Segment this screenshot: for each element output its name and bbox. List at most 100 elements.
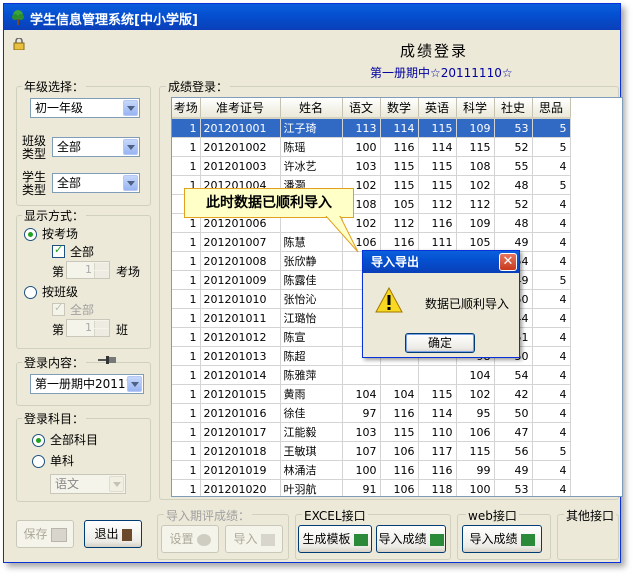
table-cell[interactable]: 江璐怡: [280, 308, 343, 328]
table-cell[interactable]: 108: [456, 156, 495, 176]
table-cell[interactable]: 张怡沁: [280, 289, 343, 309]
table-cell[interactable]: 4: [532, 422, 571, 442]
chevron-down-icon[interactable]: [123, 100, 138, 116]
table-cell[interactable]: 1: [172, 327, 201, 347]
table-cell[interactable]: 50: [494, 403, 533, 423]
table-row[interactable]: 1 201201016 徐佳 97 116 114 95 50 4: [172, 403, 571, 423]
table-cell[interactable]: 118: [418, 479, 457, 496]
table-cell[interactable]: 1: [172, 365, 201, 385]
table-cell[interactable]: 109: [456, 118, 495, 138]
table-cell[interactable]: 114: [418, 403, 457, 423]
column-header[interactable]: 语文: [342, 98, 381, 119]
table-cell[interactable]: 201201011: [200, 308, 281, 328]
table-cell[interactable]: 115: [418, 118, 457, 138]
room-all-checkbox[interactable]: [52, 243, 65, 258]
table-cell[interactable]: 117: [418, 441, 457, 461]
table-cell[interactable]: 103: [342, 422, 381, 442]
table-cell[interactable]: 4: [532, 403, 571, 423]
table-cell[interactable]: 201201015: [200, 384, 281, 404]
all-subjects-radio[interactable]: [32, 434, 45, 447]
table-cell[interactable]: 王敏琪: [280, 441, 343, 461]
table-cell[interactable]: 116: [380, 460, 419, 480]
table-cell[interactable]: 201201003: [200, 156, 281, 176]
table-cell[interactable]: 55: [494, 156, 533, 176]
column-header[interactable]: 英语: [418, 98, 457, 119]
table-cell[interactable]: 104: [380, 384, 419, 404]
table-cell[interactable]: 4: [532, 289, 571, 309]
table-cell[interactable]: 112: [456, 194, 495, 214]
table-cell[interactable]: 116: [380, 137, 419, 157]
table-cell[interactable]: 林涌洁: [280, 460, 343, 480]
table-cell[interactable]: 201201017: [200, 422, 281, 442]
table-cell[interactable]: 201201007: [200, 232, 281, 252]
table-cell[interactable]: 100: [342, 137, 381, 157]
column-header[interactable]: 数学: [380, 98, 419, 119]
table-cell[interactable]: 49: [494, 460, 533, 480]
grade-select[interactable]: 初一年级: [30, 98, 140, 118]
table-cell[interactable]: 1: [172, 403, 201, 423]
table-cell[interactable]: 201201014: [200, 365, 281, 385]
table-cell[interactable]: 4: [532, 213, 571, 233]
table-cell[interactable]: 许冰艺: [280, 156, 343, 176]
table-cell[interactable]: 105: [456, 232, 495, 252]
table-cell[interactable]: 116: [380, 232, 419, 252]
table-cell[interactable]: 53: [494, 118, 533, 138]
table-cell[interactable]: 114: [418, 137, 457, 157]
table-cell[interactable]: 1: [172, 460, 201, 480]
import-eval-button[interactable]: 导入: [225, 525, 283, 553]
column-header[interactable]: 科学: [456, 98, 495, 119]
ok-button[interactable]: 确定: [405, 333, 475, 353]
table-cell[interactable]: [418, 365, 457, 385]
generate-template-button[interactable]: 生成模板: [298, 525, 372, 553]
table-cell[interactable]: 97: [342, 403, 381, 423]
table-cell[interactable]: 110: [418, 422, 457, 442]
table-row[interactable]: 1 201201019 林涌洁 100 116 116 99 49 4: [172, 460, 571, 480]
table-cell[interactable]: 100: [456, 479, 495, 496]
table-cell[interactable]: 4: [532, 479, 571, 496]
table-cell[interactable]: 106: [380, 479, 419, 496]
close-icon[interactable]: ✕: [499, 253, 517, 271]
setup-button[interactable]: 设置: [161, 525, 219, 553]
table-cell[interactable]: 1: [172, 118, 201, 138]
web-import-button[interactable]: 导入成绩: [462, 525, 542, 553]
table-cell[interactable]: 115: [456, 441, 495, 461]
table-cell[interactable]: 49: [494, 232, 533, 252]
table-cell[interactable]: 1: [172, 479, 201, 496]
room-number-stepper[interactable]: 1: [66, 261, 110, 279]
table-cell[interactable]: 116: [380, 403, 419, 423]
table-cell[interactable]: 104: [342, 384, 381, 404]
table-cell[interactable]: 99: [456, 460, 495, 480]
table-row[interactable]: 1 201201007 陈慧 106 116 111 105 49 4: [172, 232, 571, 252]
table-cell[interactable]: 1: [172, 308, 201, 328]
chevron-down-icon[interactable]: [123, 175, 138, 191]
column-header[interactable]: 准考证号: [200, 98, 281, 119]
class-type-select[interactable]: 全部: [52, 137, 140, 157]
table-cell[interactable]: 黄雨: [280, 384, 343, 404]
column-header[interactable]: 思品: [532, 98, 571, 119]
table-cell[interactable]: 201201020: [200, 479, 281, 496]
table-cell[interactable]: 115: [418, 156, 457, 176]
table-cell[interactable]: 4: [532, 327, 571, 347]
table-cell[interactable]: 56: [494, 441, 533, 461]
table-cell[interactable]: 5: [532, 175, 571, 195]
table-cell[interactable]: 95: [456, 403, 495, 423]
table-cell[interactable]: 106: [456, 422, 495, 442]
column-header[interactable]: 考场: [172, 98, 201, 119]
table-cell[interactable]: 111: [418, 232, 457, 252]
table-cell[interactable]: 53: [494, 479, 533, 496]
table-cell[interactable]: 叶羽航: [280, 479, 343, 496]
table-cell[interactable]: 4: [532, 156, 571, 176]
table-cell[interactable]: 115: [380, 422, 419, 442]
table-row[interactable]: 1 201201014 陈雅萍 104 54 4: [172, 365, 571, 385]
table-cell[interactable]: [380, 365, 419, 385]
table-cell[interactable]: 115: [456, 137, 495, 157]
single-subject-radio[interactable]: [32, 455, 45, 468]
table-cell[interactable]: 103: [342, 156, 381, 176]
table-cell[interactable]: 陈超: [280, 346, 343, 366]
table-cell[interactable]: 201201010: [200, 289, 281, 309]
spin-up-icon[interactable]: [94, 263, 109, 270]
table-cell[interactable]: 1: [172, 251, 201, 271]
table-cell[interactable]: 102: [456, 384, 495, 404]
column-header[interactable]: 社史: [494, 98, 533, 119]
spin-down-icon[interactable]: [94, 271, 109, 278]
